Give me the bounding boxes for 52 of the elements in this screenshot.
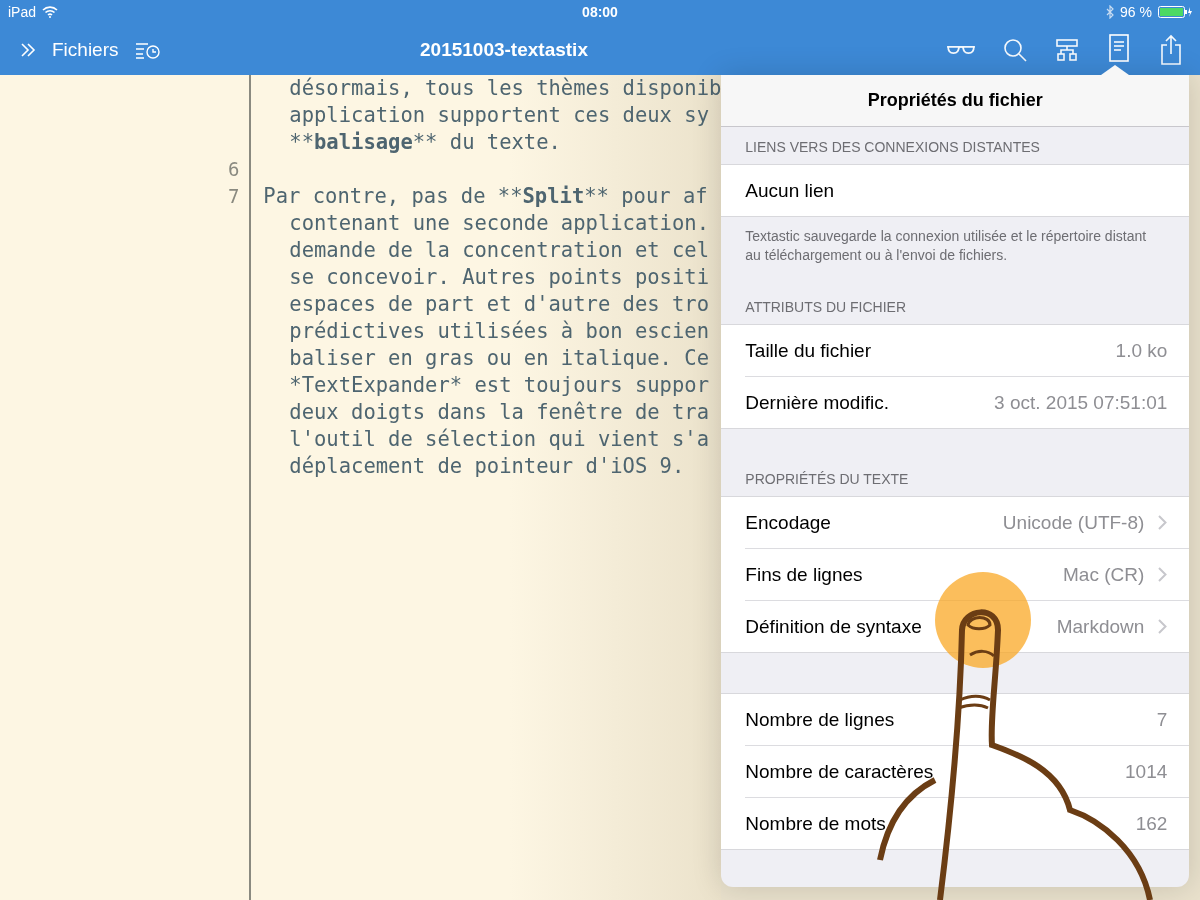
glasses-icon [946, 43, 976, 56]
code-line: contenant une seconde application. [288, 210, 709, 237]
line-number: 6 [226, 157, 240, 182]
line-number: 7 [226, 184, 240, 209]
code-line: *TextExpander* est toujours suppor [288, 372, 709, 399]
sidebar-toggle-icon[interactable] [20, 41, 36, 58]
files-button[interactable]: Fichiers [52, 38, 119, 61]
row-value: 7 [1156, 708, 1168, 731]
code-line: application supportent ces deux sy [288, 102, 709, 129]
code-line: deux doigts dans la fenêtre de tra [288, 399, 709, 426]
row-value: Mac (CR) [1063, 563, 1145, 586]
row-label: Encodage [745, 511, 832, 534]
bluetooth-icon [1106, 5, 1115, 19]
document-icon [1106, 32, 1132, 65]
battery-icon [1158, 6, 1192, 18]
code-line: baliser en gras ou en italique. Ce [288, 345, 709, 372]
row-value: Unicode (UTF-8) [1002, 511, 1145, 534]
row-label: Dernière modific. [745, 391, 890, 414]
popover-title: Propriétés du fichier [721, 75, 1190, 127]
search-icon [1002, 36, 1028, 63]
wifi-icon [42, 6, 59, 18]
code-line: espaces de part et d'autre des tro [288, 291, 709, 318]
section-footer: Textastic sauvegarde la connexion utilisée et le répertoire distant au téléchargement ou à l'envoi de fichiers. [721, 217, 1190, 287]
row-label: Nombre de lignes [745, 708, 896, 731]
row-label: Définition de syntaxe [745, 615, 923, 638]
row-label: Fins de lignes [745, 563, 864, 586]
code-line: déplacement de pointeur d'iOS 9. [288, 453, 685, 480]
code-line: Par contre, pas de **Split** pour af [263, 183, 708, 210]
row-value: 162 [1135, 812, 1168, 835]
code-line: désormais, tous les thèmes disponib [288, 75, 722, 102]
section-header: ATTRIBUTS DU FICHIER [744, 298, 908, 317]
row-label: Taille du fichier [745, 339, 872, 362]
section-header: PROPRIÉTÉS DU TEXTE [744, 470, 910, 489]
share-icon [1158, 33, 1184, 66]
document-title: 20151003-textastix [420, 38, 589, 61]
row-value: 1014 [1125, 760, 1168, 783]
row-label: Nombre de mots [745, 812, 887, 835]
device-name: iPad [8, 4, 37, 20]
code-line: se concevoir. Autres points positi [288, 264, 709, 291]
structure-icon [1054, 36, 1080, 63]
code-line: demande de la concentration et cel [288, 237, 709, 264]
code-line: l'outil de sélection qui vient s'a [288, 426, 709, 453]
section-header: LIENS VERS DES CONNEXIONS DISTANTES [744, 138, 1041, 157]
clock-time: 08:00 [582, 4, 618, 20]
code-line: **balisage** du texte. [288, 129, 561, 156]
battery-percent: 96 % [1120, 4, 1152, 20]
row-value: 1.0 ko [1115, 339, 1168, 362]
row-value: 3 oct. 2015 07:51:01 [994, 391, 1168, 414]
row-label: Aucun lien [745, 179, 836, 202]
code-line: prédictives utilisées à bon escien [288, 318, 709, 345]
row-label: Nombre de caractères [745, 760, 935, 783]
row-value: Markdown [1056, 615, 1145, 638]
